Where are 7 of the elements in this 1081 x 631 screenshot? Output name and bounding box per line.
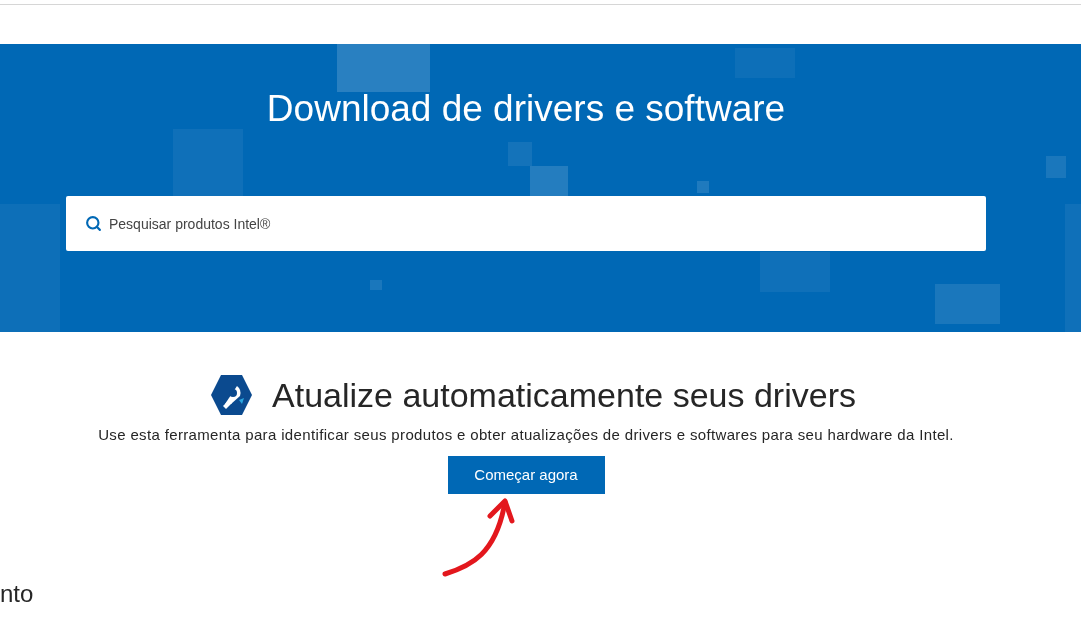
hexagon-tool-icon [211, 374, 252, 416]
banner-title: Download de drivers e software [266, 87, 786, 131]
start-now-button[interactable]: Começar agora [447, 456, 605, 494]
search-field[interactable]: Pesquisar produtos Intel® [66, 196, 986, 251]
section-description: Use esta ferramenta para identificar seus produtos e obter atualizações de drivers e softwares para seu hardware da Intel. [98, 425, 954, 445]
section-title: Atualize automaticamente seus drivers [272, 375, 856, 415]
section-heading: nto [0, 579, 34, 609]
